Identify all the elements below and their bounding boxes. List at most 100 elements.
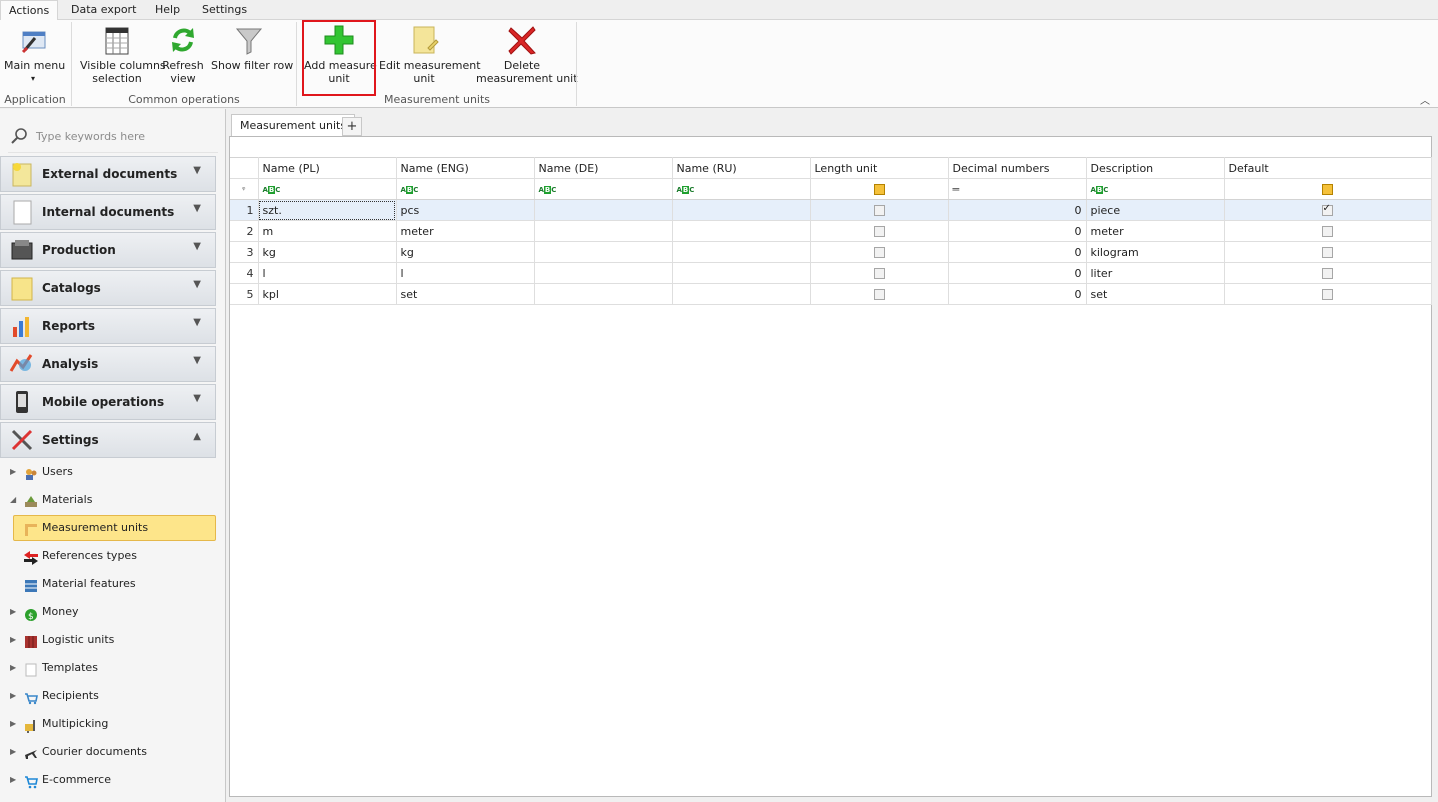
tree-item-e-commerce[interactable]: ▶ E-commerce: [10, 767, 210, 793]
text-filter-icon: ABC: [262, 185, 281, 194]
tab-measurement-units[interactable]: Measurement units: [231, 114, 356, 137]
expand-arrow-icon[interactable]: ▶: [10, 655, 20, 681]
tree-item-materials[interactable]: ◢ Materials: [10, 487, 210, 513]
column-header-description[interactable]: Description: [1086, 157, 1225, 179]
collapse-arrow-icon[interactable]: ◢: [10, 487, 20, 513]
tree-item-references-types[interactable]: References types: [10, 543, 210, 569]
tree-item-logistic-units[interactable]: ▶ Logistic units: [10, 627, 210, 653]
nav-group-production[interactable]: Production ▼: [0, 232, 216, 268]
users-icon: [24, 465, 38, 480]
checkbox-filter-icon[interactable]: [873, 184, 885, 195]
filter-cell[interactable]: ABC: [396, 178, 535, 200]
ruler-icon: [24, 521, 38, 536]
visible-columns-button[interactable]: Visible columns selection: [80, 24, 166, 85]
length-unit-checkbox[interactable]: [873, 268, 885, 279]
filter-cell[interactable]: ═: [948, 178, 1087, 200]
tree-item-courier-documents[interactable]: ▶ Courier documents: [10, 739, 210, 765]
nav-group-analysis[interactable]: Analysis ▼: [0, 346, 216, 382]
filter-row-icon: ᵠ: [230, 178, 259, 200]
main-menu-button[interactable]: Main menu ▾: [4, 24, 65, 85]
analysis-icon: [9, 351, 35, 377]
menu-tab-help[interactable]: Help: [147, 0, 188, 20]
expand-arrow-icon[interactable]: ▶: [10, 711, 20, 737]
default-checkbox[interactable]: [1321, 226, 1333, 237]
data-grid: Name (PL) Name (ENG) Name (DE) Name (RU)…: [229, 136, 1432, 797]
column-header-name-pl[interactable]: Name (PL): [258, 157, 397, 179]
dropdown-arrow-icon: ▾: [30, 74, 35, 83]
nav-group-external-documents[interactable]: External documents ▼: [0, 156, 216, 192]
expand-arrow-icon[interactable]: ▶: [10, 599, 20, 625]
menu-tab-actions[interactable]: Actions: [0, 0, 59, 21]
length-unit-checkbox[interactable]: [873, 226, 885, 237]
chevron-down-icon: ▼: [193, 241, 201, 252]
expand-arrow-icon[interactable]: ▶: [10, 767, 20, 793]
table-row[interactable]: 2 m meter 0 meter: [230, 220, 1432, 242]
filter-cell[interactable]: ABC: [534, 178, 673, 200]
nav-group-settings[interactable]: Settings ▲: [0, 422, 216, 458]
column-header-name-ru[interactable]: Name (RU): [672, 157, 811, 179]
highlight-box: [302, 20, 376, 96]
expand-arrow-icon[interactable]: ▶: [10, 627, 20, 653]
table-row[interactable]: 1 szt. pcs 0 piece: [230, 199, 1432, 221]
length-unit-checkbox[interactable]: [873, 247, 885, 258]
group-label-measurement-units: Measurement units: [383, 93, 491, 106]
delete-measurement-unit-button[interactable]: Delete measurement unit: [476, 24, 578, 85]
refresh-view-button[interactable]: Refresh view: [160, 24, 206, 85]
show-filter-row-button[interactable]: Show filter row: [211, 24, 293, 72]
internal-documents-icon: [9, 199, 35, 225]
column-header-default[interactable]: Default: [1224, 157, 1432, 179]
nav-group-mobile-operations[interactable]: Mobile operations ▼: [0, 384, 216, 420]
add-tab-button[interactable]: +: [342, 117, 362, 136]
filter-funnel-icon: [233, 24, 265, 56]
templates-icon: [24, 661, 38, 677]
tree-item-material-features[interactable]: Material features: [10, 571, 210, 597]
menu-tab-data-export[interactable]: Data export: [63, 0, 144, 20]
collapse-ribbon-icon[interactable]: ︿: [1420, 92, 1430, 107]
table-row[interactable]: 4 l l 0 liter: [230, 262, 1432, 284]
checkbox-filter-icon[interactable]: [1321, 184, 1333, 195]
table-row[interactable]: 3 kg kg 0 kilogram: [230, 241, 1432, 263]
multipicking-icon: [24, 717, 38, 733]
search-box[interactable]: Type keywords here: [8, 119, 218, 153]
filter-cell[interactable]: [810, 178, 949, 200]
edit-measurement-unit-button[interactable]: Edit measurement unit: [379, 24, 481, 85]
length-unit-checkbox[interactable]: [873, 289, 885, 300]
tree-item-multipicking[interactable]: ▶ Multipicking: [10, 711, 210, 737]
nav-group-internal-documents[interactable]: Internal documents ▼: [0, 194, 216, 230]
column-header-decimal-numbers[interactable]: Decimal numbers: [948, 157, 1087, 179]
filter-cell[interactable]: [1224, 178, 1432, 200]
courier-icon: [24, 745, 38, 759]
recipients-icon: [24, 689, 38, 705]
column-header-name-eng[interactable]: Name (ENG): [396, 157, 535, 179]
default-checkbox[interactable]: [1321, 203, 1333, 216]
default-checkbox[interactable]: [1321, 247, 1333, 258]
nav-group-catalogs[interactable]: Catalogs ▼: [0, 270, 216, 306]
expand-arrow-icon[interactable]: ▶: [10, 459, 20, 485]
search-input[interactable]: Type keywords here: [36, 130, 145, 143]
expand-arrow-icon[interactable]: ▶: [10, 739, 20, 765]
filter-cell[interactable]: ABC: [1086, 178, 1225, 200]
main-area: Measurement units + Name (PL) Name (ENG)…: [228, 109, 1438, 802]
expand-arrow-icon[interactable]: ▶: [10, 683, 20, 709]
table-row[interactable]: 5 kpl set 0 set: [230, 283, 1432, 305]
tree-item-templates[interactable]: ▶ Templates: [10, 655, 210, 681]
tree-item-users[interactable]: ▶ Users: [10, 459, 210, 485]
nav-group-reports[interactable]: Reports ▼: [0, 308, 216, 344]
default-checkbox[interactable]: [1321, 289, 1333, 300]
tree-item-measurement-units[interactable]: Measurement units: [13, 515, 216, 541]
money-icon: $: [24, 605, 38, 622]
external-documents-icon: [9, 161, 35, 187]
default-checkbox[interactable]: [1321, 268, 1333, 279]
column-header-length-unit[interactable]: Length unit: [810, 157, 949, 179]
delete-x-icon: [506, 24, 538, 56]
text-filter-icon: ABC: [676, 185, 695, 194]
filter-cell[interactable]: ABC: [258, 178, 397, 200]
text-filter-icon: ABC: [400, 185, 419, 194]
filter-cell[interactable]: ABC: [672, 178, 811, 200]
column-header-name-de[interactable]: Name (DE): [534, 157, 673, 179]
menu-tab-settings[interactable]: Settings: [194, 0, 255, 20]
tree-item-money[interactable]: ▶ $ Money: [10, 599, 210, 625]
tree-item-recipients[interactable]: ▶ Recipients: [10, 683, 210, 709]
mobile-icon: [9, 389, 35, 415]
length-unit-checkbox[interactable]: [873, 205, 885, 216]
